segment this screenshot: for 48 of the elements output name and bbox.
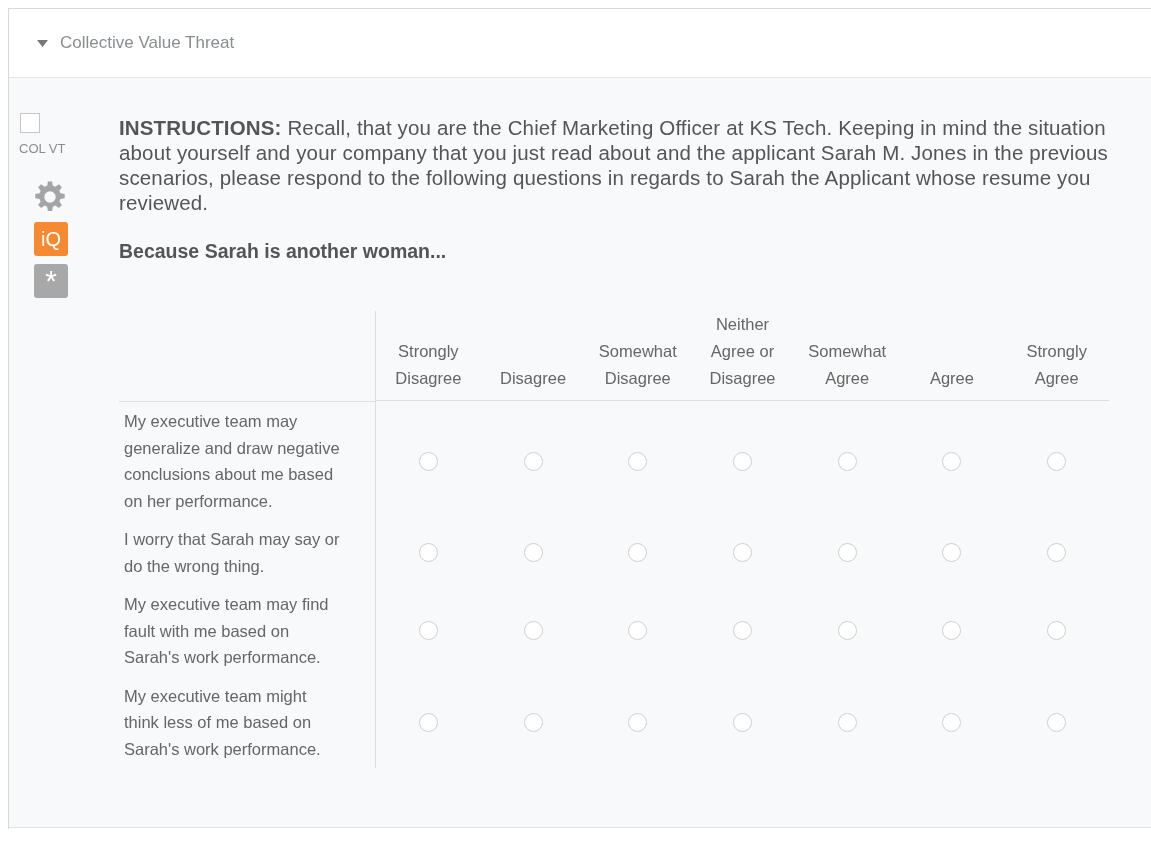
radio-button[interactable]	[1047, 712, 1067, 732]
radio-button[interactable]	[1047, 543, 1067, 562]
question-prompt: Because Sarah is another woman...	[119, 240, 448, 263]
radio-button[interactable]	[523, 712, 543, 732]
statement-text: My executive team may find fault with me based on Sarah's work performance.	[124, 594, 330, 668]
radio-button[interactable]	[523, 451, 543, 471]
radio-button[interactable]	[1047, 621, 1067, 641]
radio-button[interactable]	[628, 712, 648, 732]
instructions-text: INSTRUCTIONS: Recall, that you are the Chief Marketing Officer at KS Tech. Keeping in mind the situation about yourself and your company that you just read about and the applicant Sarah M. Jones in the previous scenarios, please respond to the following questions in regards to Sarah the Applicant whose resume you reviewed.	[119, 115, 1109, 215]
column-header: Disagree	[500, 368, 567, 389]
radio-button[interactable]	[733, 543, 752, 562]
statement-text: I worry that Sarah may say or do the wrong thing.	[124, 529, 341, 577]
radio-button[interactable]	[942, 712, 962, 732]
radio-button[interactable]	[942, 451, 962, 471]
radio-button[interactable]	[418, 621, 438, 641]
radio-button[interactable]	[628, 621, 648, 641]
column-header: Neither Agree or Disagree	[708, 314, 777, 389]
column-header: Strongly Disagree	[394, 341, 463, 389]
radio-button[interactable]	[733, 712, 752, 732]
block-title: Collective Value Threat	[60, 33, 235, 53]
radio-button[interactable]	[628, 543, 648, 562]
radio-button[interactable]	[837, 451, 857, 471]
radio-button[interactable]	[418, 712, 438, 732]
radio-button[interactable]	[733, 451, 752, 471]
question-checkbox[interactable]	[20, 113, 40, 133]
radio-button[interactable]	[418, 451, 438, 471]
radio-button[interactable]	[942, 621, 962, 641]
statement-text: My executive team may generalize and draw negative conclusions about me based on her performance.	[124, 411, 341, 512]
statement-text: My executive team might think less of me based on Sarah's work performance.	[124, 685, 322, 760]
required-badge[interactable]: *	[34, 264, 68, 298]
radio-button[interactable]	[418, 543, 438, 562]
radio-button[interactable]	[837, 543, 857, 562]
column-header: Agree	[929, 368, 974, 389]
radio-button[interactable]	[837, 621, 857, 641]
radio-button[interactable]	[523, 621, 543, 641]
column-header: Somewhat Disagree	[597, 341, 678, 389]
radio-button[interactable]	[837, 712, 857, 732]
radio-button[interactable]	[942, 543, 962, 562]
question-label: COL VT	[19, 141, 66, 156]
iq-badge[interactable]: iQ	[34, 222, 68, 256]
column-header: Somewhat Agree	[807, 341, 888, 389]
column-header: Strongly Agree	[1025, 341, 1088, 389]
radio-button[interactable]	[523, 543, 543, 562]
radio-button[interactable]	[733, 621, 752, 641]
settings-icon[interactable]	[33, 180, 67, 214]
radio-button[interactable]	[628, 451, 648, 471]
radio-button[interactable]	[1047, 451, 1067, 471]
caret-icon[interactable]	[37, 39, 48, 47]
